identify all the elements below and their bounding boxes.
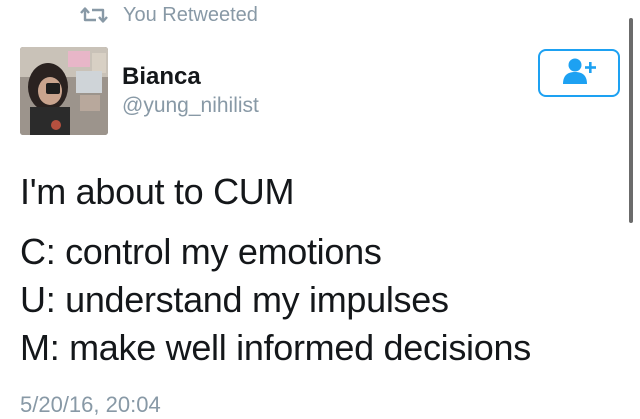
scrollbar[interactable] [629, 18, 633, 223]
tweet-line: U: understand my impulses [20, 279, 449, 320]
avatar[interactable] [20, 47, 108, 135]
retweet-label: You Retweeted [123, 3, 258, 26]
follow-button[interactable] [538, 49, 620, 97]
author-name[interactable]: Bianca [122, 63, 201, 91]
retweet-icon [79, 5, 109, 25]
add-user-icon [559, 56, 599, 91]
tweet-line: I'm about to CUM [20, 171, 295, 212]
tweet-timestamp[interactable]: 5/20/16, 20:04 [20, 392, 161, 418]
retweet-context: You Retweeted [79, 2, 258, 28]
tweet-text: I'm about to CUM C: control my emotions … [20, 168, 620, 372]
tweet-line: M: make well informed decisions [20, 327, 531, 368]
author-handle[interactable]: @yung_nihilist [122, 93, 259, 119]
tweet-line: C: control my emotions [20, 231, 382, 272]
